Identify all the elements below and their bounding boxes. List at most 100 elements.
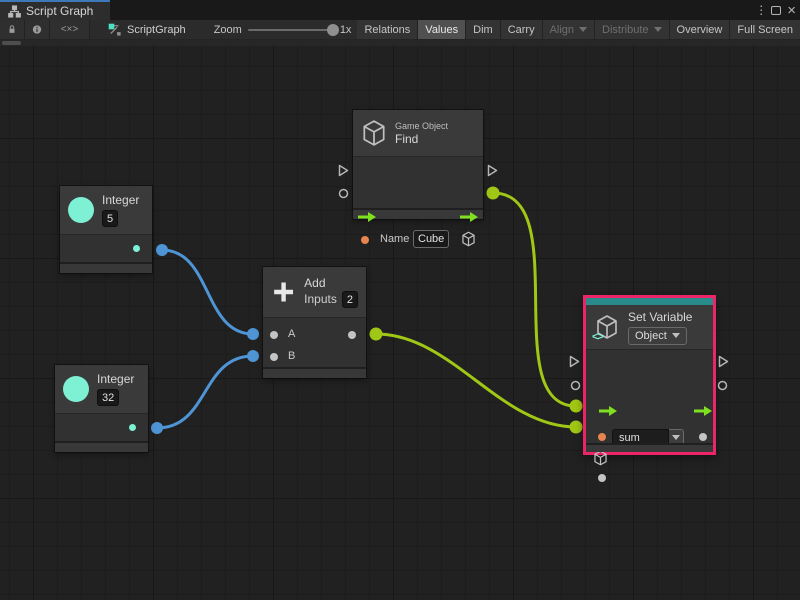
value-port-circle-icon[interactable] (338, 188, 349, 199)
flow-input-arrow-icon[interactable] (598, 405, 618, 417)
output-port[interactable] (348, 331, 356, 339)
wire-add-to-setvariable-value[interactable] (376, 334, 576, 427)
node-set-variable[interactable]: <> Set Variable Object (583, 295, 716, 455)
graph-canvas[interactable]: Integer 5 Integer 32 (0, 46, 800, 600)
output-port[interactable] (129, 424, 136, 431)
node-integer-bottom[interactable]: Integer 32 (55, 365, 148, 452)
overview-button[interactable]: Overview (670, 20, 731, 39)
wire-endpoint[interactable] (570, 400, 583, 413)
node-header: <> Set Variable Object (586, 305, 713, 349)
input-a-label: A (288, 328, 295, 340)
window-menu-icon[interactable]: ⋮ (755, 3, 765, 17)
name-label: Name (380, 233, 409, 245)
align-label: Align (550, 24, 574, 36)
distribute-button[interactable]: Distribute (595, 20, 669, 39)
name-value-field[interactable]: Cube (413, 230, 449, 248)
flow-entry-triangle-icon[interactable] (338, 164, 349, 177)
node-header: Add Inputs 2 (263, 267, 366, 317)
zoom-slider[interactable] (248, 29, 334, 31)
info-icon (32, 23, 42, 36)
variable-name-port[interactable] (598, 433, 606, 441)
graph-tree-icon (8, 5, 21, 18)
node-title: Integer (102, 193, 139, 207)
info-button[interactable] (25, 20, 50, 39)
node-find[interactable]: Game Object Find Name Cube (353, 110, 483, 219)
graph-toolbar: <×> ScriptGraph Zoom 1x Relations Values… (0, 20, 800, 40)
carry-button[interactable]: Carry (501, 20, 543, 39)
fullscreen-label: Full Screen (737, 24, 793, 36)
variable-caret-icon (672, 435, 680, 440)
maximize-icon[interactable] (771, 6, 781, 15)
input-port-b[interactable] (270, 353, 278, 361)
tab-script-graph[interactable]: Script Graph (0, 0, 110, 20)
wire-endpoint[interactable] (370, 328, 383, 341)
node-title: Integer (97, 372, 134, 386)
wire-integer5-to-add-a[interactable] (162, 250, 253, 334)
node-body: Name Cube (353, 156, 483, 208)
wire-endpoint[interactable] (247, 328, 259, 340)
lock-button[interactable] (0, 20, 25, 39)
window-controls: ⋮ × (755, 0, 796, 20)
flow-exit-triangle-icon[interactable] (718, 355, 729, 368)
set-variable-icon: <> (594, 314, 620, 340)
flow-exit-triangle-icon[interactable] (487, 164, 498, 177)
node-body: sum (586, 349, 713, 442)
values-button[interactable]: Values (418, 20, 466, 39)
zoom-label: Zoom (214, 24, 242, 36)
zoom-slider-thumb[interactable] (327, 24, 339, 36)
flow-output-arrow-icon[interactable] (693, 405, 713, 417)
flow-input-arrow-icon[interactable] (357, 211, 377, 223)
carry-label: Carry (508, 24, 535, 36)
values-label: Values (425, 24, 458, 36)
code-angle-icon: <> (592, 331, 603, 343)
game-object-port-icon[interactable] (461, 231, 476, 247)
script-graph-window: Script Graph ⋮ × <×> (0, 0, 800, 600)
input-port-a[interactable] (270, 331, 278, 339)
wire-integer32-to-add-b[interactable] (157, 356, 253, 428)
object-input-port-icon[interactable] (593, 450, 608, 466)
graph-name-text: ScriptGraph (127, 24, 186, 36)
fullscreen-button[interactable]: Full Screen (730, 20, 800, 39)
horizontal-scrollbar-thumb[interactable] (2, 41, 21, 45)
node-integer-top[interactable]: Integer 5 (60, 186, 152, 273)
wire-endpoint[interactable] (487, 187, 500, 200)
integer-type-icon (68, 197, 94, 223)
variable-scope-dropdown[interactable]: Object (628, 327, 687, 345)
scope-label: Object (635, 330, 667, 342)
relations-label: Relations (364, 24, 410, 36)
integer-type-icon (63, 376, 89, 402)
value-port-circle-icon[interactable] (717, 380, 728, 391)
node-header: Integer 32 (55, 365, 148, 413)
inputs-label: Inputs (304, 292, 337, 306)
zoom-value: 1x (340, 24, 352, 36)
close-icon[interactable]: × (787, 3, 796, 18)
inputs-count-field[interactable]: 2 (342, 291, 358, 308)
value-input-port[interactable] (598, 474, 606, 482)
value-port-circle-icon[interactable] (570, 380, 581, 391)
variable-output-port[interactable] (699, 433, 707, 441)
wire-endpoint[interactable] (151, 422, 163, 434)
integer-value-field[interactable]: 5 (102, 210, 118, 227)
tab-bar: Script Graph ⋮ × (0, 0, 800, 20)
integer-value-field[interactable]: 32 (97, 389, 119, 406)
wire-endpoint[interactable] (247, 350, 259, 362)
node-title: Set Variable (628, 310, 692, 324)
node-add[interactable]: Add Inputs 2 A B (263, 267, 366, 378)
wire-endpoint[interactable] (156, 244, 168, 256)
toolbar-toggle-group: Relations Values Dim Carry Align Distrib… (357, 20, 800, 39)
node-title: Find (395, 132, 448, 146)
node-body (60, 234, 152, 262)
game-object-cube-icon (361, 119, 387, 147)
relations-button[interactable]: Relations (357, 20, 418, 39)
wire-endpoint[interactable] (570, 421, 583, 434)
name-input-port[interactable] (361, 236, 369, 244)
output-port[interactable] (133, 245, 140, 252)
dim-label: Dim (473, 24, 493, 36)
align-button[interactable]: Align (543, 20, 595, 39)
dim-button[interactable]: Dim (466, 20, 501, 39)
wire-find-to-setvariable-object[interactable] (493, 193, 576, 406)
code-preview-button[interactable]: <×> (50, 20, 90, 39)
flow-output-arrow-icon[interactable] (459, 211, 479, 223)
node-header: Game Object Find (353, 110, 483, 156)
flow-entry-triangle-icon[interactable] (569, 355, 580, 368)
